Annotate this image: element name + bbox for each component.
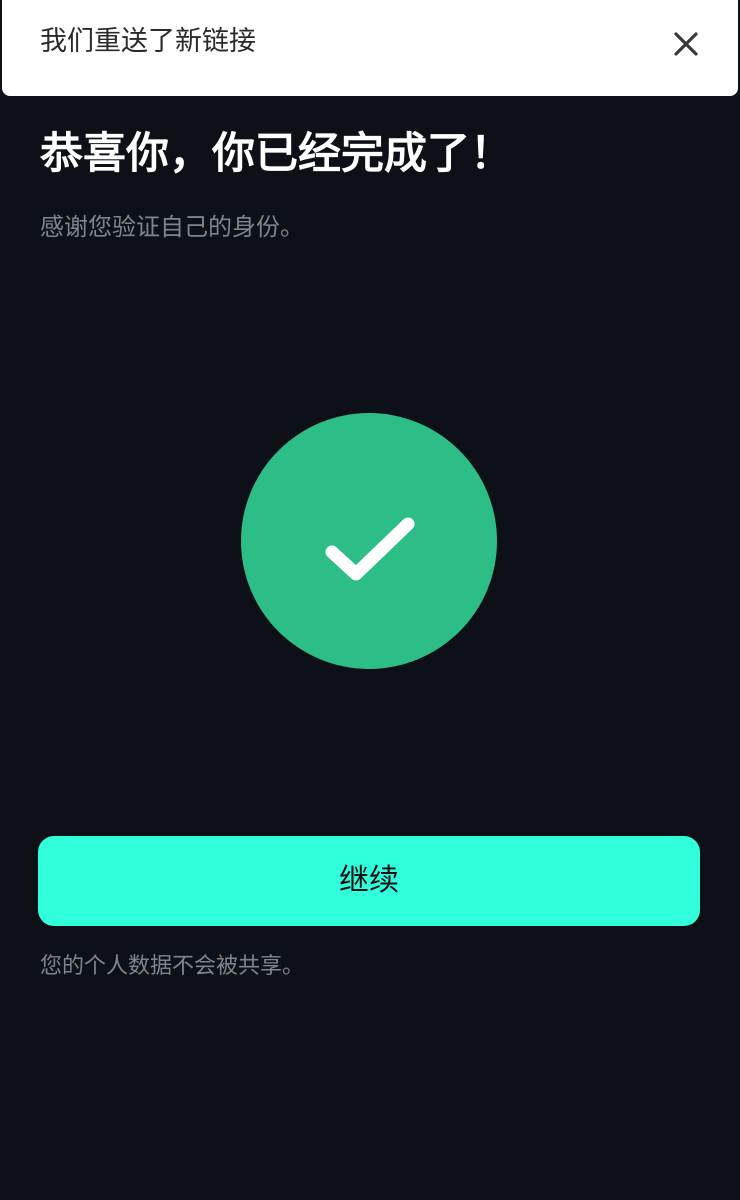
notification-toast: 我们重送了新链接 xyxy=(2,0,738,96)
checkmark-icon xyxy=(325,517,415,581)
page-title: 恭喜你，你已经完成了！ xyxy=(40,129,513,179)
toast-message: 我们重送了新链接 xyxy=(40,26,256,57)
page-subtitle: 感谢您验证自己的身份。 xyxy=(40,213,304,241)
privacy-note: 您的个人数据不会被共享。 xyxy=(40,954,305,979)
continue-button[interactable]: 继续 xyxy=(38,836,700,926)
close-icon[interactable] xyxy=(668,26,704,62)
